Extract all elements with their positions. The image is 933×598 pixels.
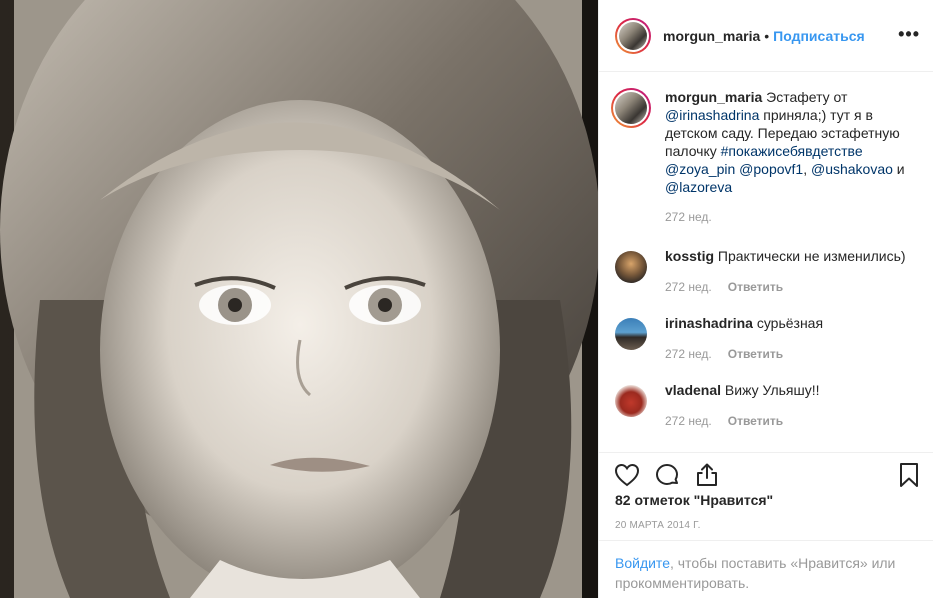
login-link[interactable]: Войдите <box>615 555 670 571</box>
caption-body: morgun_maria Эстафету от @irinashadrina … <box>665 88 915 226</box>
reply-button[interactable]: Ответить <box>728 278 783 296</box>
mention-link[interactable]: @popovf1 <box>739 161 803 177</box>
comment-username[interactable]: vladenal <box>665 382 721 398</box>
comment-timestamp[interactable]: 272 нед. <box>665 278 712 296</box>
caption: morgun_maria Эстафету от @irinashadrina … <box>611 88 918 226</box>
share-icon[interactable] <box>693 461 721 489</box>
child-portrait-image <box>0 0 598 598</box>
caption-username[interactable]: morgun_maria <box>665 89 762 105</box>
post-sidebar: morgun_maria • Подписаться ••• morgun_ma… <box>598 0 933 598</box>
reply-button[interactable]: Ответить <box>728 412 783 430</box>
mention-link[interactable]: @ushakovao <box>811 161 893 177</box>
mention-link[interactable]: @irinashadrina <box>665 107 759 123</box>
caption-text: и <box>892 161 905 177</box>
comment-username[interactable]: kosstig <box>665 248 714 264</box>
login-prompt: Войдите, чтобы поставить «Нравится» или … <box>599 540 933 598</box>
comment-text: Вижу Ульяшу!! <box>724 382 820 398</box>
caption-author-avatar[interactable] <box>611 88 651 128</box>
caption-text: , <box>803 161 808 177</box>
hashtag-link[interactable]: #покажисебявдетстве <box>721 143 863 159</box>
comment-meta: 272 нед. Ответить <box>665 278 915 296</box>
comment-timestamp[interactable]: 272 нед. <box>665 412 712 430</box>
comment-text: сурьёзная <box>756 315 824 331</box>
caption-text: Эстафету от <box>762 89 848 105</box>
comment-body: kosstig Практически не изменились) 272 н… <box>665 247 915 296</box>
author-avatar[interactable] <box>615 17 651 54</box>
comment-meta: 272 нед. Ответить <box>665 345 915 363</box>
follow-button[interactable]: Подписаться <box>773 28 865 44</box>
mention-link[interactable]: @lazoreva <box>665 179 732 195</box>
comments-list[interactable]: morgun_maria Эстафету от @irinashadrina … <box>599 72 933 452</box>
author-username[interactable]: morgun_maria <box>663 28 760 44</box>
caption-meta: 272 нед. <box>665 208 915 226</box>
caption-timestamp[interactable]: 272 нед. <box>665 208 712 226</box>
comment-timestamp[interactable]: 272 нед. <box>665 345 712 363</box>
comment-item: vladenal Вижу Ульяшу!! 272 нед. Ответить <box>615 381 918 430</box>
likes-count[interactable]: 82 отметок "Нравится" <box>615 492 773 508</box>
post-photo[interactable] <box>0 0 598 598</box>
comment-body: irinashadrina сурьёзная 272 нед. Ответит… <box>665 314 915 363</box>
reply-button[interactable]: Ответить <box>728 345 783 363</box>
commenter-avatar[interactable] <box>615 385 647 417</box>
comment-icon[interactable] <box>653 461 681 489</box>
comment-username[interactable]: irinashadrina <box>665 315 753 331</box>
mention-link[interactable]: @zoya_pin <box>665 161 735 177</box>
comment-body: vladenal Вижу Ульяшу!! 272 нед. Ответить <box>665 381 915 430</box>
separator-dot: • <box>764 27 770 44</box>
comment-item: irinashadrina сурьёзная 272 нед. Ответит… <box>615 314 918 363</box>
more-options-icon[interactable]: ••• <box>898 24 920 45</box>
comment-text: Практически не изменились) <box>717 248 906 264</box>
heart-icon[interactable] <box>613 461 641 489</box>
bookmark-icon[interactable] <box>895 461 923 489</box>
post-date[interactable]: 20 МАРТА 2014 Г. <box>615 520 701 531</box>
commenter-avatar[interactable] <box>615 318 647 350</box>
instagram-post: morgun_maria • Подписаться ••• morgun_ma… <box>0 0 933 598</box>
comment-meta: 272 нед. Ответить <box>665 412 915 430</box>
post-header: morgun_maria • Подписаться ••• <box>599 0 933 72</box>
comment-item: kosstig Практически не изменились) 272 н… <box>615 247 918 296</box>
commenter-avatar[interactable] <box>615 251 647 283</box>
